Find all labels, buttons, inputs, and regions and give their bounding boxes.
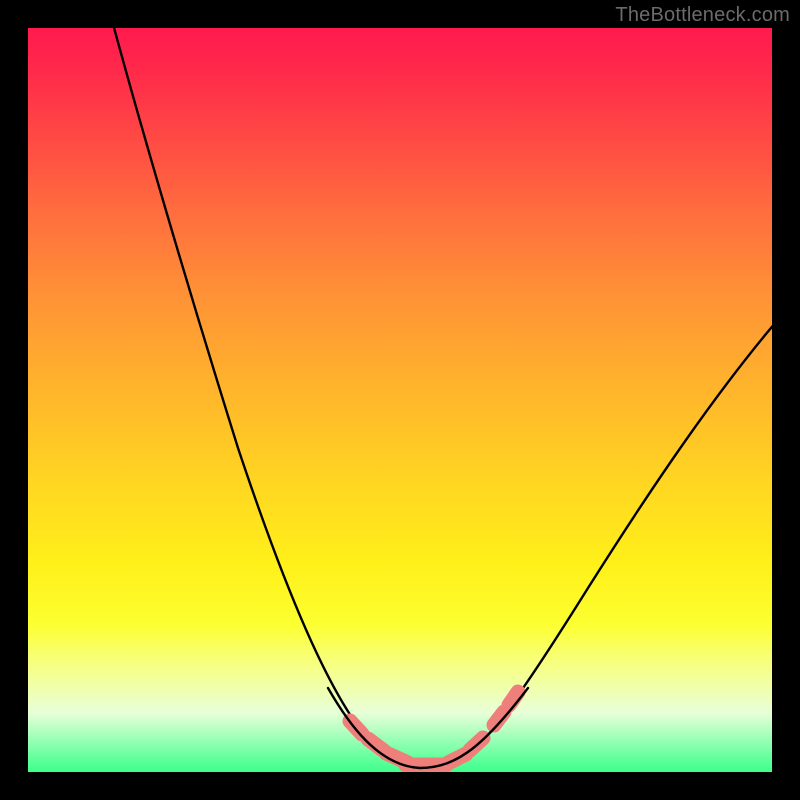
- curve-path: [106, 28, 772, 768]
- bottleneck-curve: [28, 28, 772, 772]
- watermark-text: TheBottleneck.com: [615, 4, 790, 27]
- plot-area: [28, 28, 772, 772]
- chart-frame: TheBottleneck.com: [0, 0, 800, 800]
